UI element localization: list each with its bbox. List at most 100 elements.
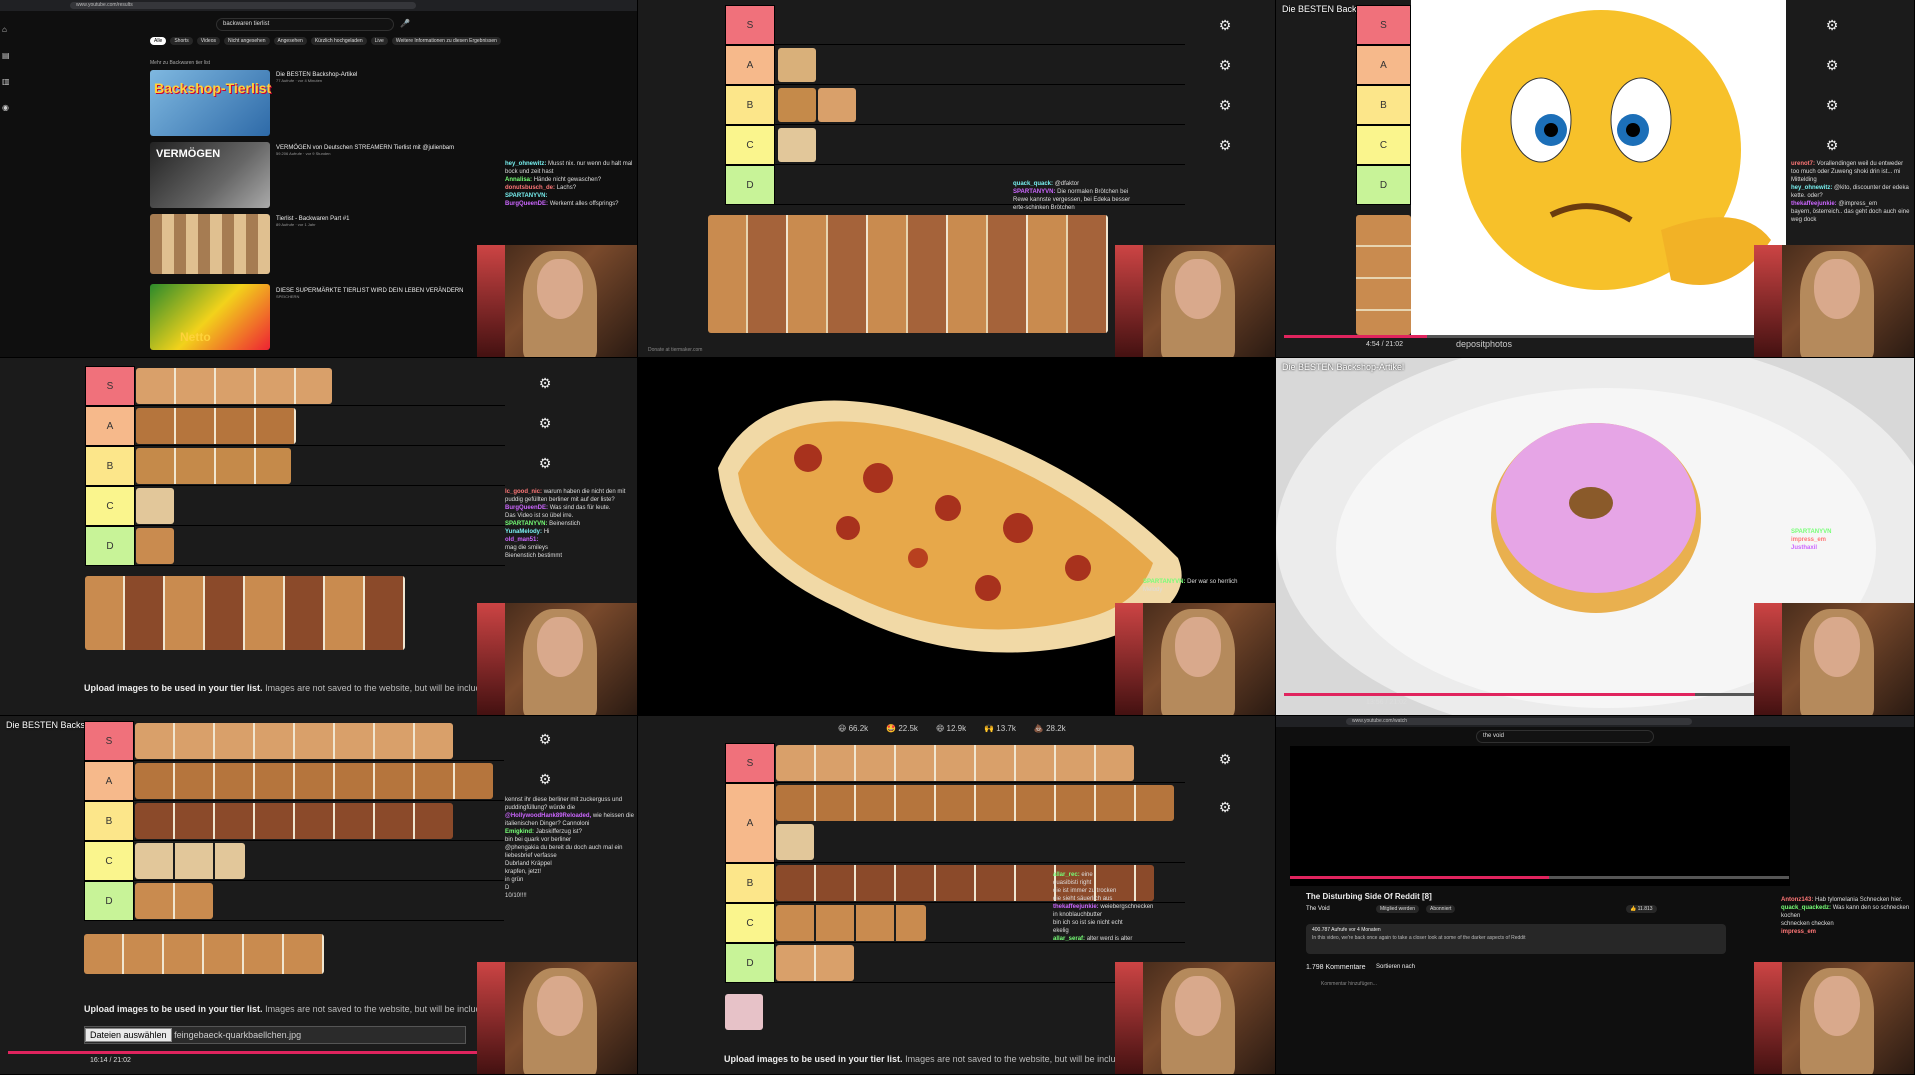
progress-bar[interactable] <box>1290 876 1789 879</box>
gear-icon[interactable]: ⚙ <box>534 768 556 790</box>
url-bar[interactable]: www.youtube.com/watch <box>1346 718 1692 725</box>
filter-chips: Alle Shorts Videos Nicht angesehen Anges… <box>150 37 501 45</box>
chat-panel-5: SPARTANYVN: Der war so herrlich Melody <box>1143 579 1238 593</box>
gear-icon[interactable]: ⚙ <box>534 372 556 394</box>
gear-icon[interactable]: ⚙ <box>1214 54 1236 76</box>
chip-7[interactable]: Weitere Informationen zu diesen Ergebnis… <box>391 37 501 45</box>
items-C[interactable] <box>135 843 245 879</box>
tier-label-D: D <box>1356 165 1411 205</box>
chip-6[interactable]: Live <box>370 37 388 45</box>
result-title-1[interactable]: VERMÖGEN von Deutschen STREAMERN Tierlis… <box>276 145 454 156</box>
home-icon[interactable]: ⌂ <box>2 25 7 34</box>
items-C[interactable] <box>136 488 174 524</box>
item-pool[interactable] <box>725 994 763 1030</box>
item-thumb[interactable] <box>778 88 816 122</box>
you-icon[interactable]: ◉ <box>2 103 9 112</box>
subscriptions-icon[interactable]: ▥ <box>2 77 10 86</box>
chip-5[interactable]: Kürzlich hochgeladen <box>310 37 367 45</box>
items-D[interactable] <box>136 528 174 564</box>
webcam-overlay <box>477 603 637 715</box>
items-S[interactable] <box>136 368 332 404</box>
items-B[interactable] <box>136 448 291 484</box>
item-thumb[interactable] <box>818 88 856 122</box>
tier-label-A: A <box>725 783 775 863</box>
gear-icon[interactable]: ⚙ <box>1214 14 1236 36</box>
items-A[interactable] <box>776 785 1174 821</box>
choose-files-button[interactable]: Dateien auswählen <box>85 1028 172 1042</box>
item-thumb[interactable] <box>778 128 816 162</box>
item-pool[interactable] <box>708 215 1108 333</box>
items-C[interactable] <box>776 905 926 941</box>
item-pool[interactable] <box>84 934 324 974</box>
tier-label-C: C <box>725 125 775 165</box>
gear-icon[interactable]: ⚙ <box>1214 748 1236 770</box>
chip-1[interactable]: Shorts <box>170 37 193 45</box>
panel-youtube-watch: www.youtube.com/watch the void The Distu… <box>1276 716 1915 1075</box>
like-button[interactable]: 👍 11.813 <box>1626 905 1657 913</box>
gear-icon[interactable]: ⚙ <box>1214 94 1236 116</box>
subscribe-button[interactable]: Abonniert <box>1426 905 1456 913</box>
comments-count: 1.798 Kommentare <box>1306 964 1366 971</box>
chat-panel-3: urenot7: Vorallendingen weil du entweder… <box>1791 161 1910 223</box>
search-input[interactable]: the void <box>1476 730 1654 743</box>
upload-info: Upload images to be used in your tier li… <box>84 1004 501 1014</box>
panel-tierlist-8: 😃 66.2k 🤩 22.5k 😄 12.9k 🙌 13.7k 💩 28.2k … <box>638 716 1276 1075</box>
reaction-0[interactable]: 😃 66.2k <box>838 724 868 733</box>
gear-icon[interactable]: ⚙ <box>1821 94 1843 116</box>
gear-icon[interactable]: ⚙ <box>1214 134 1236 156</box>
gear-icon[interactable]: ⚙ <box>534 452 556 474</box>
result-title-2[interactable]: Tierlist - Backwaren Part #1 89 Aufrufe ·… <box>276 216 349 227</box>
items-S[interactable] <box>135 723 453 759</box>
reaction-2[interactable]: 😄 12.9k <box>936 724 966 733</box>
tier-label-B: B <box>1356 85 1411 125</box>
items-D[interactable] <box>135 883 213 919</box>
result-title-0[interactable]: Die BESTEN Backshop-Artikel 77 Aufrufe · … <box>276 72 357 83</box>
shorts-icon[interactable]: ▤ <box>2 51 10 60</box>
comment-input[interactable]: Kommentar hinzufügen... <box>1321 981 1377 987</box>
chip-4[interactable]: Angesehen <box>273 37 307 45</box>
video-player[interactable] <box>1290 746 1790 886</box>
tier-label-S: S <box>85 366 135 406</box>
url-bar[interactable]: www.youtube.com/results <box>70 2 416 9</box>
tier-label-B: B <box>725 85 775 125</box>
gear-icon[interactable]: ⚙ <box>534 412 556 434</box>
item-pool[interactable] <box>85 576 405 650</box>
result-thumb-2[interactable] <box>150 214 270 274</box>
items-A2[interactable] <box>776 824 814 860</box>
tier-label-C: C <box>85 486 135 526</box>
gear-icon[interactable]: ⚙ <box>1821 54 1843 76</box>
channel-name[interactable]: The Void <box>1306 906 1330 912</box>
gear-icon[interactable]: ⚙ <box>1214 796 1236 818</box>
items-B[interactable] <box>135 803 453 839</box>
tier-label-S: S <box>84 721 134 761</box>
mic-icon[interactable]: 🎤 <box>400 19 410 28</box>
chip-3[interactable]: Nicht angesehen <box>224 37 270 45</box>
webcam-overlay <box>1115 603 1275 715</box>
items-A[interactable] <box>135 763 493 799</box>
chat-panel-8: allar_rec: eine quasibisti right die ist… <box>1053 872 1154 942</box>
items-D[interactable] <box>776 945 854 981</box>
gear-icon[interactable]: ⚙ <box>1821 14 1843 36</box>
item-pool[interactable] <box>1356 215 1411 335</box>
panel-video-donut: Die BESTEN Backshop-Artikel SPARTANYVN i… <box>1276 358 1915 716</box>
reaction-1[interactable]: 🤩 22.5k <box>886 724 918 733</box>
sort-button[interactable]: Sortieren nach <box>1376 964 1415 970</box>
tier-label-A: A <box>1356 45 1411 85</box>
chip-2[interactable]: Videos <box>196 37 220 45</box>
join-button[interactable]: Mitglied werden <box>1376 905 1420 913</box>
items-S[interactable] <box>776 745 1134 781</box>
panel-tierlist-7: Die BESTEN Backshop-Artikel S A B C D ⚙ … <box>0 716 638 1075</box>
confused-emoji-icon <box>1461 10 1771 290</box>
items-A[interactable] <box>136 408 296 444</box>
gear-icon[interactable]: ⚙ <box>534 728 556 750</box>
result-title-3[interactable]: DIESE SUPERMÄRKTE TIERLIST WIRD DEIN LEB… <box>276 288 463 299</box>
search-input[interactable]: backwaren tierlist <box>216 18 394 31</box>
reaction-4[interactable]: 💩 28.2k <box>1034 724 1066 733</box>
file-input[interactable]: Dateien auswählen feingebaeck-quarkbaell… <box>84 1026 466 1044</box>
gear-icon[interactable]: ⚙ <box>1821 134 1843 156</box>
upload-info: Upload images to be used in your tier li… <box>84 683 501 693</box>
chip-0[interactable]: Alle <box>150 37 167 45</box>
item-thumb[interactable] <box>778 48 816 82</box>
description-box[interactable]: 400.787 Aufrufe vor 4 Monaten In this vi… <box>1306 924 1726 954</box>
reaction-3[interactable]: 🙌 13.7k <box>984 724 1016 733</box>
